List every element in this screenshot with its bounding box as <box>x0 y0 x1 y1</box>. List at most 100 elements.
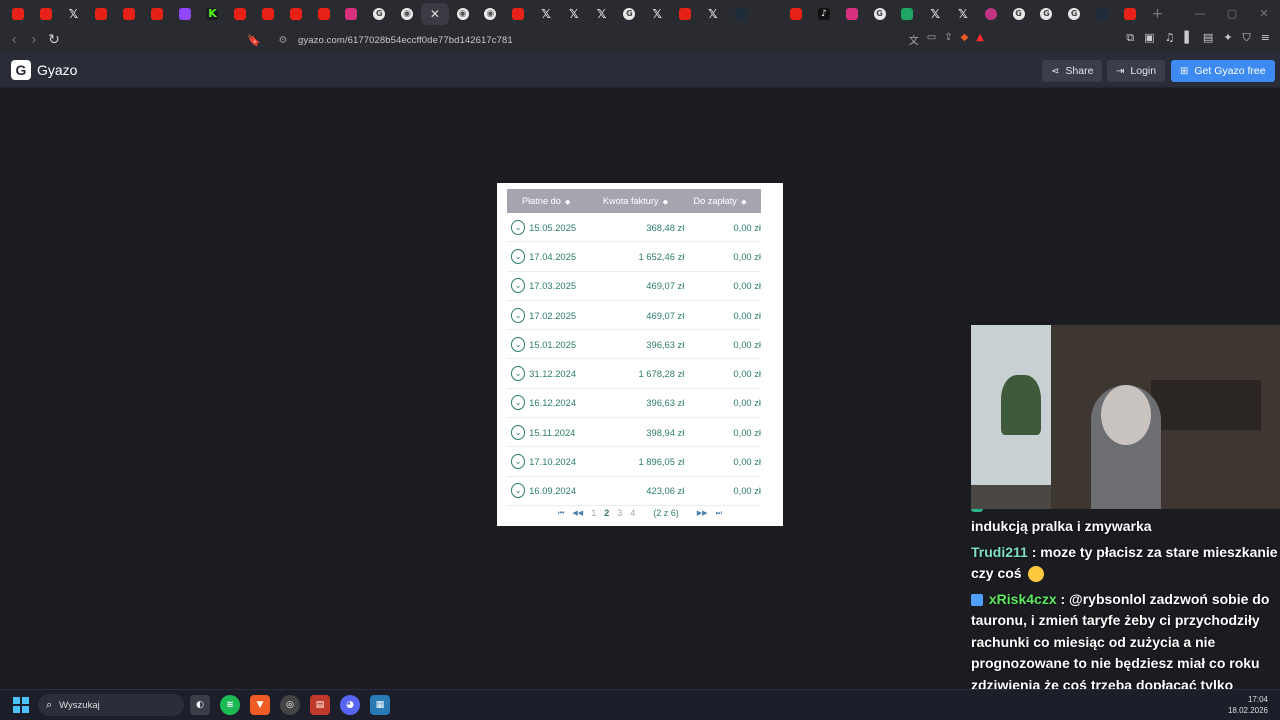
taskbar-apps: ◐ ≋ ▼ ◎ ▤ ◕ ▦ <box>190 695 390 715</box>
browser-tab[interactable] <box>1116 3 1144 25</box>
system-clock[interactable]: 17:04 18.02.2026 <box>1228 694 1268 716</box>
discord-icon[interactable]: ◕ <box>340 695 360 715</box>
browser-tab[interactable]: 𝕏 <box>532 3 560 25</box>
url-text[interactable]: gyazo.com/6177028b54eccff0de77bd142617c7… <box>298 35 513 46</box>
app-icon[interactable]: ▤ <box>310 695 330 715</box>
browser-tab[interactable]: G <box>1005 3 1033 25</box>
invoice-row: ⌄ 16.09.2024 423,06 zł 0,00 zł <box>507 477 761 506</box>
login-button[interactable]: ⇥ Login <box>1107 60 1166 82</box>
browser-tab[interactable] <box>282 3 310 25</box>
media-icon[interactable]: ♫ <box>1165 31 1175 45</box>
browser-tab[interactable] <box>838 3 866 25</box>
browser-tab[interactable] <box>143 3 171 25</box>
browser-tab[interactable] <box>310 3 338 25</box>
browser-tab[interactable] <box>755 3 983 512</box>
get-gyazo-button[interactable]: ⊞ Get Gyazo free <box>1171 60 1275 82</box>
invoice-row: ⌄ 17.03.2025 469,07 zł 0,00 zł <box>507 272 761 301</box>
browser-tab[interactable]: K <box>199 3 227 25</box>
browser-tab[interactable]: G <box>365 3 393 25</box>
chat-username: Trudi211 <box>971 543 1028 560</box>
browser-tab[interactable] <box>894 3 922 25</box>
sidebar-icon[interactable]: ▌ <box>1184 31 1192 45</box>
invoice-due-date: 16.09.2024 <box>529 485 577 497</box>
brave-rewards-icon[interactable]: ▲ <box>976 32 984 47</box>
gyazo-logo[interactable]: G Gyazo <box>11 60 77 80</box>
browser-tab[interactable] <box>671 3 699 25</box>
site-info-icon[interactable]: ⚙ <box>274 35 292 46</box>
browser-tab[interactable]: 𝕏 <box>560 3 588 25</box>
browser-tab[interactable]: G <box>866 3 894 25</box>
invoice-amount: 469,07 zł <box>646 309 685 321</box>
leo-ai-icon[interactable]: ✦ <box>1223 31 1232 45</box>
invoice-to-pay: 0,00 zł <box>733 485 761 497</box>
browser-tab[interactable]: G <box>1032 3 1060 25</box>
clock-time: 17:04 <box>1247 695 1268 704</box>
forward-icon[interactable]: › <box>24 30 44 50</box>
browser-tab[interactable]: 𝕏 <box>921 3 949 25</box>
brave-icon[interactable]: ▼ <box>250 695 270 715</box>
browser-tab[interactable] <box>727 3 755 25</box>
browser-tab[interactable]: ◉ <box>449 3 477 25</box>
translate-icon[interactable]: 文 <box>909 32 919 47</box>
header-due-date: Płatne do ◆ <box>522 196 571 206</box>
taskbar-search[interactable]: ⌕ Wyszukaj <box>38 694 184 716</box>
maximize-icon[interactable]: ▢ <box>1216 7 1248 20</box>
yt-favicon-icon <box>262 7 275 20</box>
new-tab-button[interactable]: + <box>1152 6 1164 22</box>
back-icon[interactable]: ‹ <box>4 30 24 50</box>
browser-tab[interactable] <box>226 3 254 25</box>
brave-shields-icon[interactable]: ◆ <box>961 32 969 47</box>
screenshot-icon[interactable]: ▣ <box>1144 31 1154 45</box>
browser-tab[interactable] <box>115 3 143 25</box>
start-icon[interactable] <box>13 697 29 713</box>
browser-tab[interactable]: 𝕏 <box>949 3 977 25</box>
obs-icon[interactable]: ◎ <box>280 695 300 715</box>
share-button[interactable]: ⋖ Share <box>1042 60 1103 82</box>
header-to-pay: Do zapłaty ◆ <box>693 196 747 206</box>
extensions-icon[interactable]: ⧉ <box>1126 31 1134 45</box>
browser-tab[interactable]: ✕ <box>420 2 449 25</box>
browser-tab[interactable] <box>254 3 282 25</box>
browser-tab[interactable] <box>4 3 32 25</box>
vpn-icon[interactable]: ⛉ <box>1243 31 1251 45</box>
browser-tab[interactable] <box>977 3 1005 25</box>
browser-tab[interactable] <box>338 3 366 25</box>
browser-tab[interactable] <box>87 3 115 25</box>
invoice-to-pay: 0,00 zł <box>733 397 761 409</box>
invoice-to-pay: 0,00 zł <box>733 221 761 233</box>
browser-tab[interactable]: ◉ <box>393 3 421 25</box>
invoice-to-pay: 0,00 zł <box>733 368 761 380</box>
app-icon[interactable]: ▦ <box>370 695 390 715</box>
share-icon[interactable]: ⇪ <box>944 32 952 47</box>
browser-tab[interactable] <box>504 3 532 25</box>
invoice-amount: 396,63 zł <box>646 397 685 409</box>
browser-tab[interactable] <box>782 3 810 25</box>
reload-icon[interactable]: ↻ <box>44 30 64 50</box>
invoice-to-pay: 0,00 zł <box>733 280 761 292</box>
browser-tab[interactable] <box>171 3 199 25</box>
menu-icon[interactable]: ≡ <box>1261 31 1270 45</box>
share-label: Share <box>1065 65 1094 77</box>
address-bar[interactable]: 🔖 ⚙ gyazo.com/6177028b54eccff0de77bd1426… <box>244 29 990 51</box>
spotify-icon[interactable]: ≋ <box>220 695 240 715</box>
cast-icon[interactable]: ▭ <box>927 32 936 47</box>
invoice-rows: ⌄ 15.05.2025 368,48 zł 0,00 zł ⌄ 17.04.2025 1 … <box>507 213 761 506</box>
close-window-icon[interactable]: ✕ <box>1248 7 1280 20</box>
browser-tab[interactable]: G <box>616 3 644 25</box>
browser-tab[interactable]: ◉ <box>477 3 505 25</box>
minimize-icon[interactable]: — <box>1184 7 1216 20</box>
browser-tab[interactable]: 𝕏 <box>588 3 616 25</box>
bookmark-icon[interactable]: 🔖 <box>244 34 264 47</box>
invoice-row: ⌄ 15.01.2025 396,63 zł 0,00 zł <box>507 330 761 360</box>
browser-tab[interactable] <box>1088 3 1116 25</box>
browser-tab[interactable]: G <box>1060 3 1088 25</box>
browser-tab[interactable]: 𝕏 <box>699 3 727 25</box>
app-icon[interactable]: ◐ <box>190 695 210 715</box>
chevron-down-icon: ⌄ <box>511 307 526 323</box>
browser-tab[interactable]: 𝕏 <box>643 3 671 25</box>
browser-tab[interactable]: 𝕏 <box>60 3 88 25</box>
sort-icon: ◆ <box>562 198 571 206</box>
browser-tab[interactable] <box>32 3 60 25</box>
wallet-icon[interactable]: ▤ <box>1203 31 1213 45</box>
browser-tab[interactable]: ♪ <box>810 3 838 25</box>
